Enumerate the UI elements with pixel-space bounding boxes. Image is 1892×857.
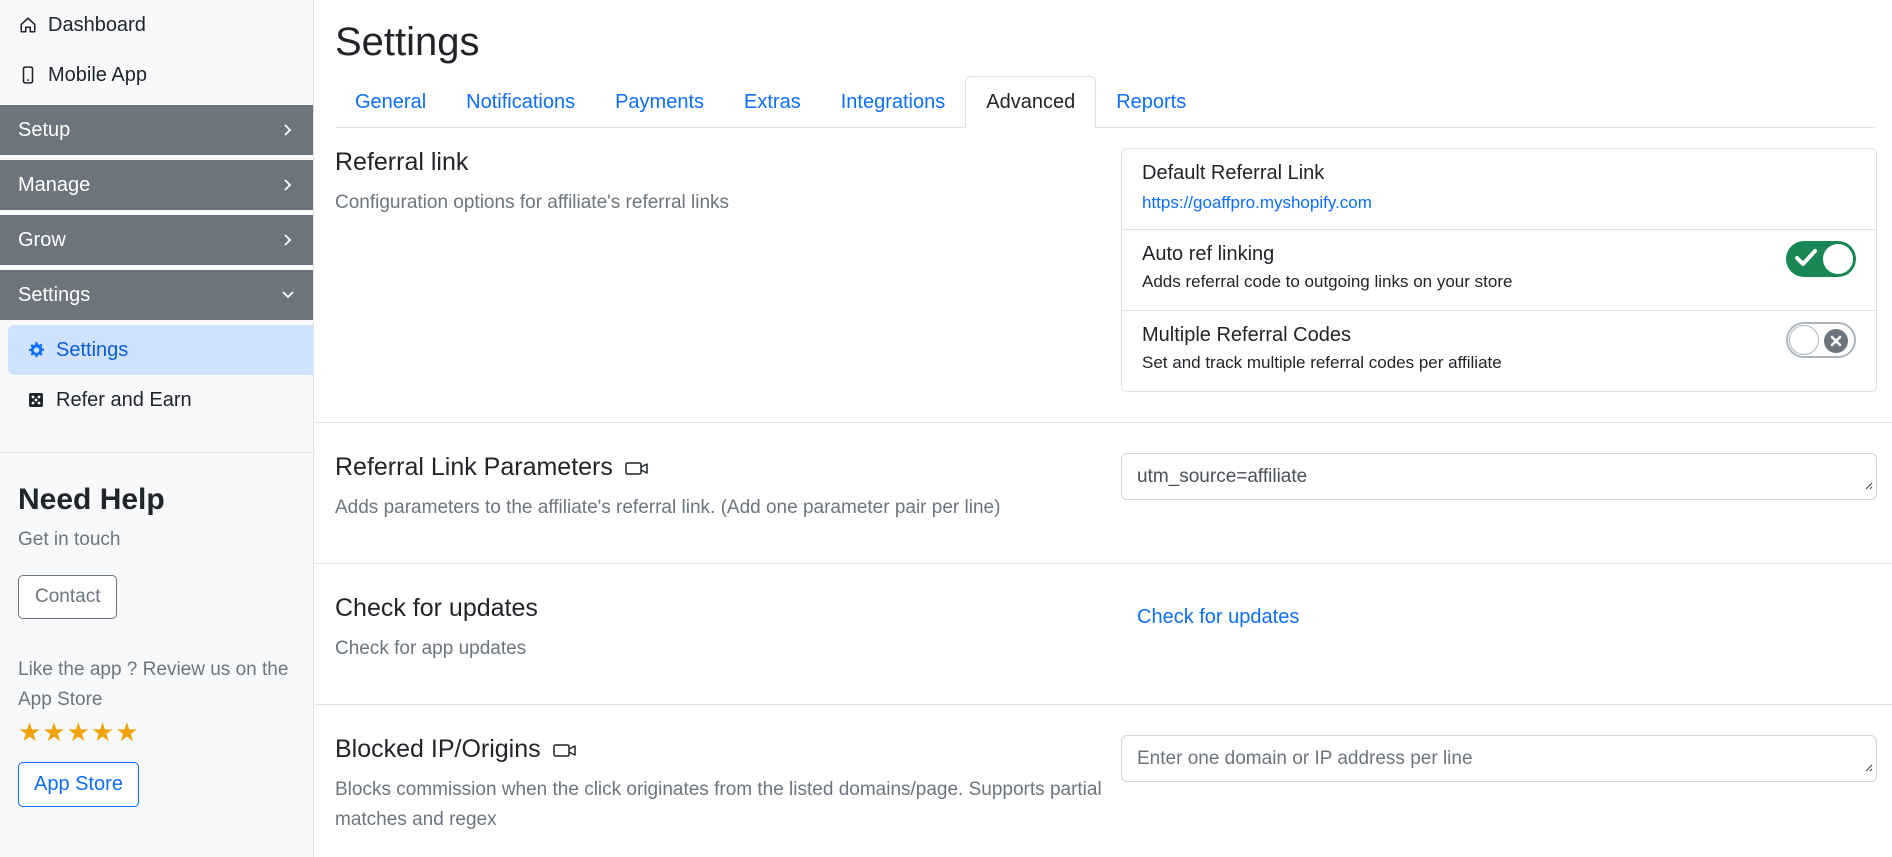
chevron-down-icon [281, 288, 295, 302]
gear-icon [26, 340, 46, 360]
section-description: Check for app updates [335, 638, 527, 659]
resize-grip-icon[interactable] [1863, 474, 1873, 496]
resize-grip-icon[interactable] [1863, 756, 1873, 778]
sidebar-item-label: Refer and Earn [56, 388, 192, 411]
section-check-updates: Check for updates Check for app updates [315, 564, 1892, 705]
section-title-text: Blocked IP/Origins [335, 735, 541, 763]
tab-general[interactable]: General [335, 76, 446, 128]
home-icon [18, 15, 38, 35]
check-updates-link[interactable]: Check for updates [1137, 606, 1299, 629]
auto-ref-label: Auto ref linking [1142, 243, 1275, 265]
textarea-placeholder: Enter one domain or IP address per line [1137, 748, 1473, 769]
textarea-value: utm_source=affiliate [1137, 466, 1308, 487]
section-title-text: Referral Link Parameters [335, 453, 613, 481]
sidebar-group-setup[interactable]: Setup [0, 105, 313, 155]
chevron-right-icon [281, 233, 295, 247]
toggle-knob [1789, 325, 1819, 355]
sidebar-group-label: Grow [18, 228, 66, 251]
sidebar-item-label: Settings [56, 338, 129, 361]
help-panel: Need Help Get in touch Contact Like the … [0, 452, 313, 837]
section-title: Blocked IP/Origins [335, 735, 577, 764]
sidebar-group-settings[interactable]: Settings [0, 270, 313, 320]
multiple-codes-row: Multiple Referral Codes Set and track mu… [1122, 310, 1876, 391]
toggle-knob [1823, 244, 1853, 274]
multiple-codes-label: Multiple Referral Codes [1142, 324, 1351, 346]
video-camera-icon[interactable] [552, 742, 577, 758]
referral-options-card: Default Referral Link https://goaffpro.m… [1121, 148, 1877, 392]
help-title: Need Help [18, 483, 165, 516]
auto-ref-toggle[interactable] [1786, 241, 1856, 277]
link-parameters-textarea[interactable]: utm_source=affiliate [1121, 453, 1877, 500]
section-title: Referral Link Parameters [335, 453, 649, 482]
sidebar-item-label: Dashboard [48, 13, 146, 36]
section-title: Check for updates [335, 594, 538, 622]
main-content: Settings General Notifications Payments … [315, 0, 1892, 857]
section-description: Adds parameters to the affiliate's refer… [335, 497, 1001, 518]
sidebar-item-dashboard[interactable]: Dashboard [0, 0, 313, 50]
section-title: Referral link [335, 148, 469, 176]
blocked-origins-textarea[interactable]: Enter one domain or IP address per line [1121, 735, 1877, 782]
video-camera-icon[interactable] [625, 460, 649, 476]
section-description: Configuration options for affiliate's re… [335, 192, 730, 213]
review-text: Like the app ? Review us on the App Stor… [18, 659, 289, 710]
default-referral-label: Default Referral Link [1142, 162, 1325, 184]
settings-tabs: General Notifications Payments Extras In… [335, 76, 1875, 129]
phone-icon [18, 65, 38, 85]
rating-stars: ★★★★★ [18, 717, 140, 747]
auto-ref-description: Adds referral code to outgoing links on … [1142, 272, 1513, 291]
tab-integrations[interactable]: Integrations [821, 76, 966, 128]
tab-advanced[interactable]: Advanced [965, 76, 1097, 129]
sidebar: Dashboard Mobile App Setup Manage Grow S… [0, 0, 314, 857]
section-description: Blocks commission when the click origina… [335, 779, 1102, 830]
tab-reports[interactable]: Reports [1096, 76, 1206, 128]
close-icon [1824, 329, 1848, 353]
dice-icon [26, 390, 46, 410]
chevron-right-icon [281, 178, 295, 192]
multiple-codes-toggle[interactable] [1786, 322, 1856, 358]
tab-notifications[interactable]: Notifications [446, 76, 595, 128]
sidebar-group-label: Settings [18, 283, 91, 306]
contact-button[interactable]: Contact [18, 575, 118, 619]
sidebar-item-label: Mobile App [48, 63, 147, 86]
check-icon [1795, 248, 1817, 273]
app-store-button[interactable]: App Store [18, 762, 139, 807]
default-referral-url[interactable]: https://goaffpro.myshopify.com [1142, 193, 1876, 213]
tab-payments[interactable]: Payments [595, 76, 724, 128]
sidebar-group-label: Setup [18, 118, 71, 141]
auto-ref-row: Auto ref linking Adds referral code to o… [1122, 229, 1876, 310]
sidebar-group-label: Manage [18, 173, 91, 196]
sidebar-item-mobile-app[interactable]: Mobile App [0, 50, 313, 100]
sidebar-group-manage[interactable]: Manage [0, 160, 313, 210]
page-title: Settings [335, 20, 480, 64]
multiple-codes-description: Set and track multiple referral codes pe… [1142, 353, 1502, 372]
sidebar-item-refer-and-earn[interactable]: Refer and Earn [8, 375, 313, 425]
help-subtitle: Get in touch [18, 529, 121, 550]
default-referral-row: Default Referral Link https://goaffpro.m… [1122, 149, 1876, 229]
tab-extras[interactable]: Extras [724, 76, 821, 128]
sidebar-group-grow[interactable]: Grow [0, 215, 313, 265]
chevron-right-icon [281, 123, 295, 137]
sidebar-item-settings[interactable]: Settings [8, 325, 313, 375]
